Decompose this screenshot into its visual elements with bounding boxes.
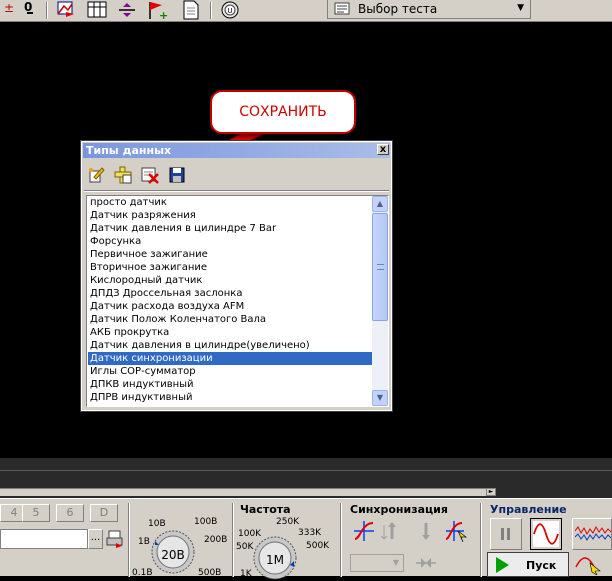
list-item[interactable]: Датчик разряжения [88, 209, 372, 222]
noise-wave-icon [575, 525, 611, 541]
pause-button[interactable] [490, 518, 522, 550]
group-separator [128, 503, 130, 577]
control-panel: 4 5 6 D ... 10B 100B 1B 200B 0.1B 500B 2… [0, 498, 612, 580]
table-icon[interactable] [86, 0, 108, 20]
channel-button[interactable]: D [90, 504, 118, 522]
start-button[interactable]: Пуск [487, 552, 569, 577]
frequency-value: 1M [266, 553, 284, 567]
list-item[interactable]: просто датчик [88, 196, 372, 209]
list-item[interactable]: Датчик давления в цилиндре(увеличено) [88, 339, 372, 352]
test-list-icon [334, 2, 350, 15]
start-label: Пуск [526, 559, 557, 572]
divider [84, 190, 389, 192]
control-title: Управление [490, 503, 567, 516]
frequency-tick: 50K [236, 542, 254, 552]
delete-icon[interactable] [140, 165, 160, 185]
flag-add-icon[interactable]: + [146, 0, 170, 20]
main-toolbar: ± 0 + U Выбор теста ▼ [0, 0, 612, 22]
group-separator [480, 503, 482, 577]
auto-sync-icon[interactable] [444, 519, 468, 543]
svg-text:+: + [159, 9, 168, 20]
list-item[interactable]: АКБ прокрутка [88, 326, 372, 339]
noise-mode-button[interactable] [572, 518, 612, 550]
level-up-icon[interactable] [380, 519, 404, 543]
svg-text:0: 0 [24, 0, 32, 14]
add-icon[interactable] [113, 165, 133, 185]
gauge-icon[interactable]: U [218, 0, 242, 20]
svg-text:U: U [228, 7, 233, 15]
level-down-icon[interactable] [414, 519, 438, 543]
sine-mode-button[interactable] [530, 518, 562, 550]
sync-title: Синхронизация [350, 503, 448, 516]
rising-edge-icon[interactable] [352, 519, 376, 543]
voltage-tick: 1B [138, 537, 150, 547]
text-field[interactable] [0, 529, 88, 549]
channel-button[interactable]: 6 [56, 504, 84, 522]
test-select[interactable]: Выбор теста ▼ [327, 0, 531, 19]
list-item[interactable]: Датчик давления в цилиндре 7 Bar [88, 222, 372, 235]
data-types-list[interactable]: просто датчик Датчик разряжения Датчик дав… [86, 195, 389, 407]
sync-channel-select[interactable]: ▼ [350, 554, 404, 572]
list-item[interactable]: ДПРВ индуктивный [88, 391, 372, 404]
channel-button[interactable]: 5 [22, 504, 50, 522]
list-item[interactable]: ДПДЗ Дроссельная заслонка [88, 287, 372, 300]
browse-button[interactable]: ... [88, 529, 103, 549]
printer-icon[interactable] [106, 529, 124, 549]
sine-wave-icon [533, 521, 559, 547]
cursor-tool-icon[interactable] [574, 553, 610, 575]
list-item[interactable]: Первичное зажигание [88, 248, 372, 261]
voltage-tick: 500B [198, 568, 222, 578]
test-select-value: Выбор теста [358, 2, 438, 16]
window-toolbar [86, 165, 386, 187]
list-item[interactable]: Иглы СОР-сумматор [88, 365, 372, 378]
voltage-tick: 10B [148, 519, 166, 529]
list-item[interactable]: Датчик синхронизации [88, 352, 372, 365]
horizontal-scrollbar[interactable]: ► [0, 488, 496, 496]
frequency-tick: 333K [298, 528, 322, 538]
toolbar-separator [210, 2, 212, 19]
trigger-mode-icon[interactable] [414, 554, 438, 572]
svg-text:±: ± [4, 1, 14, 15]
list-item[interactable]: Кислородный датчик [88, 274, 372, 287]
data-types-window: Типы данных x просто датчик Датчик разряж… [80, 140, 393, 412]
scroll-thumb[interactable] [372, 213, 388, 321]
number-zero-icon[interactable]: ± 0 [0, 0, 40, 20]
divide-icon[interactable] [116, 0, 138, 20]
frequency-tick: 1K [240, 569, 252, 579]
chart-flag-icon[interactable] [54, 0, 76, 20]
frequency-title: Частота [240, 503, 291, 516]
edit-icon[interactable] [86, 165, 106, 185]
vertical-scrollbar[interactable]: ▲ ▼ [372, 196, 388, 406]
frequency-tick: 500K [306, 541, 330, 551]
save-icon[interactable] [167, 165, 187, 185]
scroll-down-icon[interactable]: ▼ [372, 390, 388, 406]
voltage-tick: 200B [204, 535, 228, 545]
scroll-up-icon[interactable]: ▲ [372, 196, 388, 212]
list-item[interactable]: Форсунка [88, 235, 372, 248]
play-icon [496, 557, 509, 573]
list-item[interactable]: Датчик Полож Коленчатого Вала [88, 313, 372, 326]
list-item[interactable]: Датчик расхода воздуха AFM [88, 300, 372, 313]
close-icon[interactable]: x [377, 144, 389, 155]
toolbar-separator [46, 2, 48, 19]
voltage-tick: 100B [194, 517, 218, 527]
pause-icon [501, 528, 510, 540]
frequency-tick: 250K [276, 517, 300, 527]
document-icon[interactable] [180, 0, 202, 20]
window-title: Типы данных [83, 143, 390, 158]
group-separator [232, 503, 234, 577]
callout-text: СОХРАНИТЬ [239, 104, 327, 120]
list-item[interactable]: Вторичное зажигание [88, 261, 372, 274]
save-callout: СОХРАНИТЬ [210, 90, 356, 134]
group-separator [340, 503, 342, 577]
list-item[interactable]: ДПКВ индуктивный [88, 378, 372, 391]
voltage-value: 20B [161, 548, 185, 562]
chevron-down-icon[interactable]: ▼ [517, 3, 524, 13]
list-items: просто датчик Датчик разряжения Датчик дав… [88, 196, 372, 404]
